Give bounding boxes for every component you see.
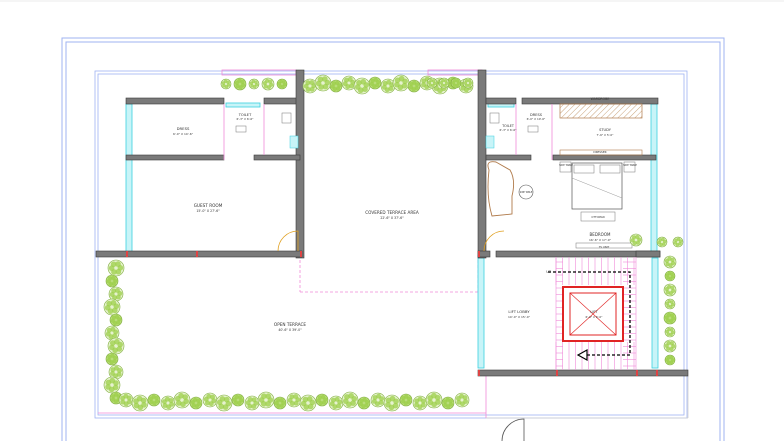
shrub: [103, 376, 121, 394]
guest-room-dims: 15'-0" X 27'-6": [196, 209, 220, 213]
doors: [277, 230, 525, 441]
shrub: [407, 79, 421, 93]
shrub: [244, 395, 260, 411]
lift-dims: 6'-6" X 6'-0": [586, 315, 604, 319]
wall-red-ticks: [126, 251, 658, 376]
shrub: [629, 233, 643, 247]
lift-shaft: [562, 286, 624, 342]
shrub: [462, 77, 474, 89]
guest-room-label: GUEST ROOM: [194, 203, 223, 208]
shrub: [341, 75, 357, 91]
shrub: [248, 78, 260, 90]
lift-lobby-dims: 10'-0" X 15'-0": [508, 315, 531, 319]
shrub: [261, 77, 275, 91]
shrub: [328, 395, 344, 411]
shrub: [147, 393, 161, 407]
wardrobe-label: WARDROBE: [591, 97, 610, 101]
shrub: [454, 392, 470, 408]
study-dims: 7'-6" X 5'-0": [597, 133, 615, 137]
study-label: STUDY: [599, 128, 612, 132]
shrub: [257, 391, 275, 409]
shrub: [663, 283, 677, 297]
stair-arrow-head: [576, 348, 588, 362]
shrub: [412, 395, 428, 411]
dresser-label: DRESSER: [593, 150, 606, 154]
shrub: [109, 313, 123, 327]
shrub: [189, 396, 203, 410]
shrub: [131, 394, 149, 412]
stair-up-label: UP: [546, 270, 552, 274]
shrub: [302, 78, 318, 94]
shrub: [663, 255, 677, 269]
dress-right-dims: 6'-0" X 10'-6": [527, 117, 546, 121]
floor-plan: GUEST ROOM 15'-0" X 27'-6" DRESS 6'-0" X…: [0, 0, 784, 441]
shrub: [664, 354, 676, 366]
shrub: [353, 77, 371, 95]
shrub: [315, 393, 329, 407]
shrub: [215, 394, 233, 412]
shrub: [368, 76, 382, 90]
shrub: [399, 393, 413, 407]
shrub: [664, 326, 676, 338]
shrub: [663, 311, 677, 325]
shrub: [664, 270, 676, 282]
side-table-round-label: SIDE TABLE: [520, 191, 533, 194]
shrub: [173, 391, 191, 409]
shrub: [276, 78, 288, 90]
shrub: [357, 396, 371, 410]
shrub: [103, 298, 121, 316]
shrub: [118, 392, 134, 408]
shrub: [314, 74, 332, 92]
shrub: [664, 298, 676, 310]
open-terrace-dims: 40'-6" X 39'-0": [278, 328, 302, 332]
dress-left-dims: 6'-0" X 10'-6": [173, 132, 194, 136]
shrub: [341, 391, 359, 409]
shrub: [329, 79, 343, 93]
shrub: [202, 392, 218, 408]
shrub: [299, 394, 317, 412]
wardrobe-unit: [559, 103, 643, 119]
shrub: [450, 77, 462, 89]
covered-terrace-dims: 22'-6" X 37'-6": [380, 216, 404, 220]
shrub: [107, 337, 125, 355]
chaise-lounge: [487, 161, 515, 217]
shrub: [438, 77, 450, 89]
lift-label: LIFT: [590, 310, 598, 314]
tv-unit-label: TV UNIT: [599, 245, 610, 249]
shrub: [231, 393, 245, 407]
shrub: [656, 236, 668, 248]
shrub: [273, 396, 287, 410]
shrub: [663, 339, 677, 353]
shrub: [105, 352, 119, 366]
shrub: [107, 259, 125, 277]
glazing: [125, 102, 659, 369]
shrub: [160, 395, 176, 411]
shrub: [286, 392, 302, 408]
shrub: [392, 74, 410, 92]
shrub: [426, 77, 438, 89]
shrub: [672, 236, 684, 248]
open-terrace-label: OPEN TERRACE: [274, 322, 306, 327]
shrub: [370, 392, 386, 408]
side-table-right-label: SIDE TABLE: [623, 164, 637, 167]
shrub: [383, 394, 401, 412]
partitions: [223, 104, 553, 160]
shrub: [233, 77, 247, 91]
bedroom-dims: 16'-6" X 17'-9": [589, 238, 612, 242]
ottoman-label: OTTOMAN: [591, 215, 604, 219]
covered-terrace-label: COVERED TERRACE AREA: [365, 210, 419, 215]
shrub: [425, 391, 443, 409]
side-table-left-label: SIDE TABLE: [559, 164, 573, 167]
stair-arrow: [548, 271, 631, 356]
toilet-right-dims: 6'-3" X 6'-6": [500, 128, 518, 132]
dress-left-label: DRESS: [177, 126, 190, 131]
shrub: [380, 78, 396, 94]
toilet-left-dims: 6'-3" X 6'-6": [237, 117, 255, 121]
bedroom-label: BEDROOM: [590, 232, 611, 237]
shrub: [441, 396, 455, 410]
shrub: [220, 78, 232, 90]
lift-lobby-label: LIFT LOBBY: [508, 309, 530, 314]
shrub: [105, 274, 119, 288]
